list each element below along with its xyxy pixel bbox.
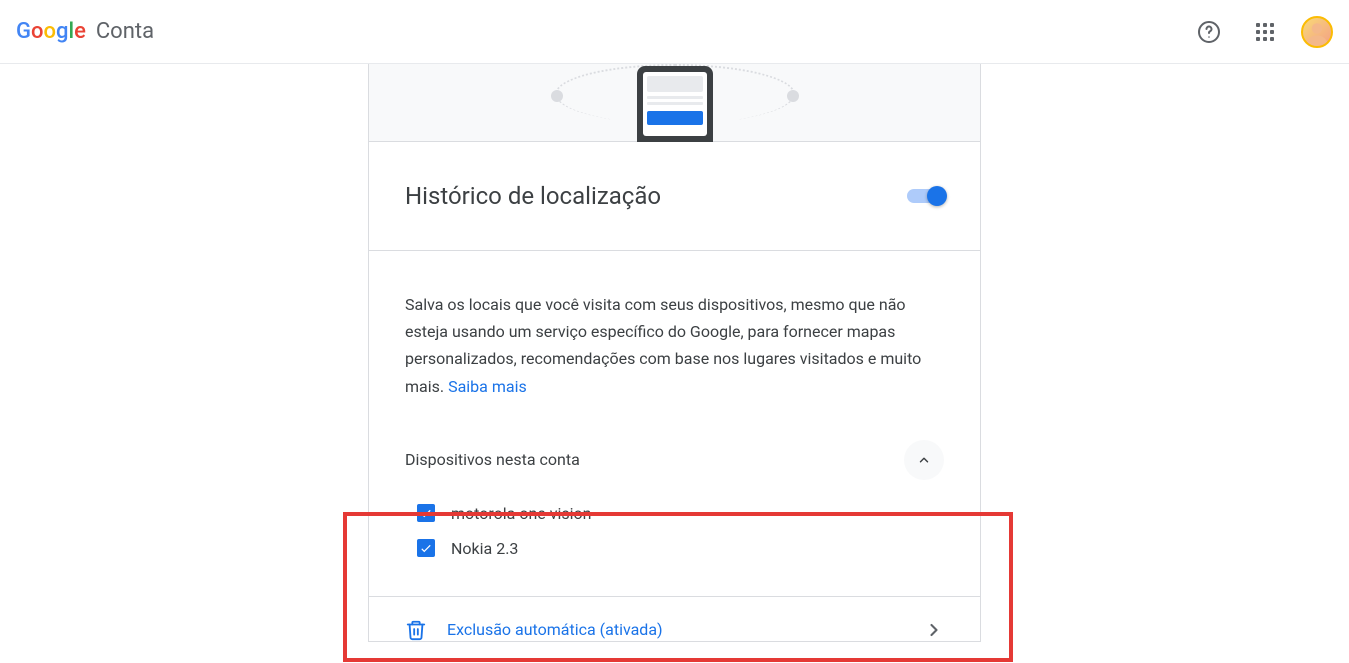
header-left: G o o g l e Conta — [16, 19, 154, 44]
device-row: motorola one vision — [405, 496, 944, 531]
auto-delete-icon — [405, 619, 427, 641]
location-history-row: Histórico de localização — [369, 142, 980, 251]
auto-delete-row[interactable]: Exclusão automática (ativada) — [369, 596, 980, 641]
logo-letter: o — [43, 19, 55, 44]
account-label: Conta — [96, 19, 154, 44]
header-right — [1189, 12, 1333, 52]
content: Histórico de localização Salva os locais… — [0, 64, 1349, 642]
devices-title: Dispositivos nesta conta — [405, 450, 580, 469]
logo-letter: g — [56, 19, 68, 44]
google-logo[interactable]: G o o g l e — [16, 19, 86, 44]
avatar[interactable] — [1301, 16, 1333, 48]
logo-letter: o — [31, 19, 43, 44]
description-text: Salva os locais que você visita com seus… — [369, 251, 980, 424]
apps-icon[interactable] — [1245, 12, 1285, 52]
location-history-title: Histórico de localização — [405, 182, 661, 210]
device-label: Nokia 2.3 — [451, 539, 518, 558]
logo-letter: e — [74, 19, 86, 44]
collapse-button[interactable] — [904, 440, 944, 480]
learn-more-link[interactable]: Saiba mais — [448, 377, 527, 396]
logo-letter: G — [16, 19, 31, 44]
chevron-up-icon — [917, 453, 931, 467]
device-checkbox[interactable] — [417, 539, 435, 557]
auto-delete-left: Exclusão automática (ativada) — [405, 619, 663, 641]
hero-illustration — [369, 64, 980, 142]
settings-card: Histórico de localização Salva os locais… — [368, 64, 981, 642]
device-row: Nokia 2.3 — [405, 531, 944, 566]
device-label: motorola one vision — [451, 504, 591, 523]
chevron-right-icon — [924, 620, 944, 640]
devices-section: Dispositivos nesta conta motorola one vi… — [369, 424, 980, 596]
location-history-toggle[interactable] — [907, 189, 944, 203]
header-bar: G o o g l e Conta — [0, 0, 1349, 64]
phone-icon — [637, 66, 713, 142]
auto-delete-label: Exclusão automática (ativada) — [447, 620, 663, 639]
devices-header-row: Dispositivos nesta conta — [405, 424, 944, 496]
help-icon[interactable] — [1189, 12, 1229, 52]
device-checkbox[interactable] — [417, 504, 435, 522]
